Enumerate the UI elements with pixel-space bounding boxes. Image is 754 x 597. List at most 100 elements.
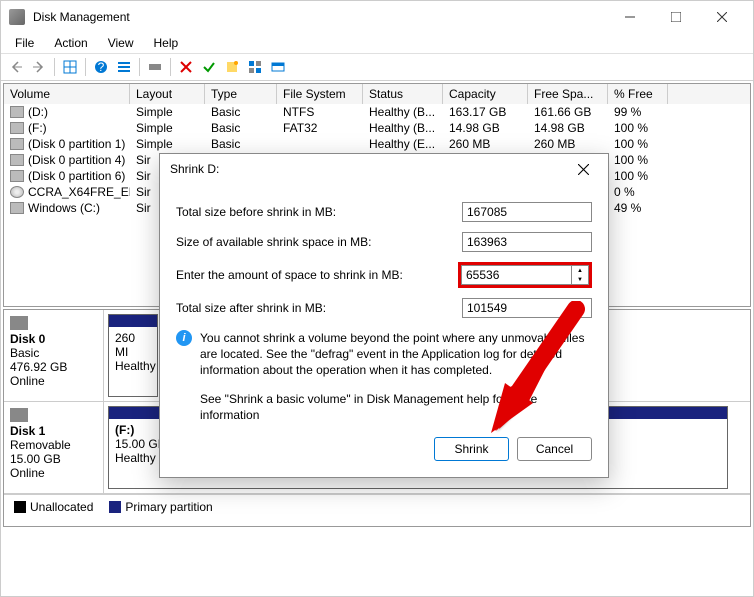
amount-value[interactable]: 65536 [461, 265, 571, 285]
cell-type: Basic [205, 104, 277, 120]
cancel-button[interactable]: Cancel [517, 437, 592, 461]
disk0-name: Disk 0 [10, 332, 97, 346]
shrink-dialog: Shrink D: Total size before shrink in MB… [159, 153, 609, 478]
delete-icon[interactable] [175, 56, 197, 78]
partition-status: Healthy [115, 359, 151, 373]
spin-up-icon[interactable]: ▲ [572, 266, 588, 275]
drive-icon [10, 106, 24, 118]
after-label: Total size after shrink in MB: [176, 301, 462, 315]
amount-label: Enter the amount of space to shrink in M… [176, 268, 458, 282]
grid-icon[interactable] [59, 56, 81, 78]
cell-fs: FAT32 [277, 120, 363, 136]
cell-status: Healthy (B... [363, 120, 443, 136]
cell-type: Basic [205, 120, 277, 136]
menu-help[interactable]: Help [144, 34, 189, 52]
disk1-status: Online [10, 466, 97, 480]
refresh-icon[interactable] [244, 56, 266, 78]
cell-fs [277, 136, 363, 152]
cell-free: 14.98 GB [528, 120, 608, 136]
disk0-size: 476.92 GB [10, 360, 97, 374]
shrink-amount-input[interactable]: 65536 ▲ ▼ [458, 262, 592, 288]
menu-action[interactable]: Action [44, 34, 97, 52]
info-text-2: See "Shrink a basic volume" in Disk Mana… [200, 391, 592, 423]
cell-capacity: 163.17 GB [443, 104, 528, 120]
menu-view[interactable]: View [98, 34, 144, 52]
volume-row[interactable]: (Disk 0 partition 1) Simple Basic Health… [4, 136, 750, 152]
disk1-name: Disk 1 [10, 424, 97, 438]
dialog-titlebar: Shrink D: [160, 154, 608, 184]
col-type[interactable]: Type [205, 84, 277, 104]
disk-icon [10, 408, 28, 422]
volume-name: (Disk 0 partition 6) [28, 169, 125, 183]
cell-pct: 100 % [608, 136, 668, 152]
back-icon[interactable] [5, 56, 27, 78]
col-volume[interactable]: Volume [4, 84, 130, 104]
svg-text:?: ? [98, 60, 105, 74]
properties-icon[interactable] [267, 56, 289, 78]
volume-name: Windows (C:) [28, 201, 100, 215]
spin-down-icon[interactable]: ▼ [572, 275, 588, 284]
drive-icon [10, 138, 24, 150]
cell-status: Healthy (E... [363, 136, 443, 152]
forward-icon[interactable] [28, 56, 50, 78]
titlebar: Disk Management [1, 1, 753, 33]
cell-pct: 100 % [608, 152, 668, 168]
info-text-1: You cannot shrink a volume beyond the po… [200, 330, 592, 379]
list-icon[interactable] [113, 56, 135, 78]
help-icon[interactable]: ? [90, 56, 112, 78]
col-capacity[interactable]: Capacity [443, 84, 528, 104]
menubar: File Action View Help [1, 33, 753, 53]
cell-layout: Simple [130, 136, 205, 152]
cell-pct: 99 % [608, 104, 668, 120]
cell-capacity: 260 MB [443, 136, 528, 152]
volume-name: (F:) [28, 121, 47, 135]
swatch-unallocated-icon [14, 501, 26, 513]
dialog-close-button[interactable] [568, 154, 598, 184]
cell-type: Basic [205, 136, 277, 152]
disk1-label: Disk 1 Removable 15.00 GB Online [4, 402, 104, 493]
disk0-status: Online [10, 374, 97, 388]
col-layout[interactable]: Layout [130, 84, 205, 104]
volume-row[interactable]: (F:) Simple Basic FAT32 Healthy (B... 14… [4, 120, 750, 136]
partition-size: 260 MI [115, 331, 151, 359]
swatch-primary-icon [109, 501, 121, 513]
disk0-label: Disk 0 Basic 476.92 GB Online [4, 310, 104, 401]
cell-fs: NTFS [277, 104, 363, 120]
drive-icon [10, 122, 24, 134]
shrink-button[interactable]: Shrink [434, 437, 509, 461]
volume-row[interactable]: (D:) Simple Basic NTFS Healthy (B... 163… [4, 104, 750, 120]
col-pctfree[interactable]: % Free [608, 84, 668, 104]
window-title: Disk Management [33, 10, 607, 24]
volume-header: Volume Layout Type File System Status Ca… [4, 84, 750, 104]
volume-name: (D:) [28, 105, 48, 119]
maximize-button[interactable] [653, 1, 699, 33]
close-button[interactable] [699, 1, 745, 33]
drive-icon [10, 154, 24, 166]
cell-capacity: 14.98 GB [443, 120, 528, 136]
after-value: 101549 [462, 298, 592, 318]
cell-pct: 49 % [608, 200, 668, 216]
col-status[interactable]: Status [363, 84, 443, 104]
cell-layout: Simple [130, 120, 205, 136]
available-value: 163963 [462, 232, 592, 252]
cell-free: 161.66 GB [528, 104, 608, 120]
cell-pct: 100 % [608, 120, 668, 136]
legend-primary: Primary partition [125, 500, 212, 514]
col-filesystem[interactable]: File System [277, 84, 363, 104]
col-free[interactable]: Free Spa... [528, 84, 608, 104]
drive-icon [10, 202, 24, 214]
minimize-button[interactable] [607, 1, 653, 33]
volume-name: (Disk 0 partition 4) [28, 153, 125, 167]
settings-icon[interactable] [144, 56, 166, 78]
new-icon[interactable] [221, 56, 243, 78]
menu-file[interactable]: File [5, 34, 44, 52]
check-icon[interactable] [198, 56, 220, 78]
partition[interactable]: 260 MIHealthy [108, 314, 158, 397]
legend: Unallocated Primary partition [4, 494, 750, 518]
total-before-label: Total size before shrink in MB: [176, 205, 462, 219]
drive-icon [10, 170, 24, 182]
toolbar: ? [1, 53, 753, 81]
available-label: Size of available shrink space in MB: [176, 235, 462, 249]
app-icon [9, 9, 25, 25]
dialog-title: Shrink D: [170, 162, 568, 176]
